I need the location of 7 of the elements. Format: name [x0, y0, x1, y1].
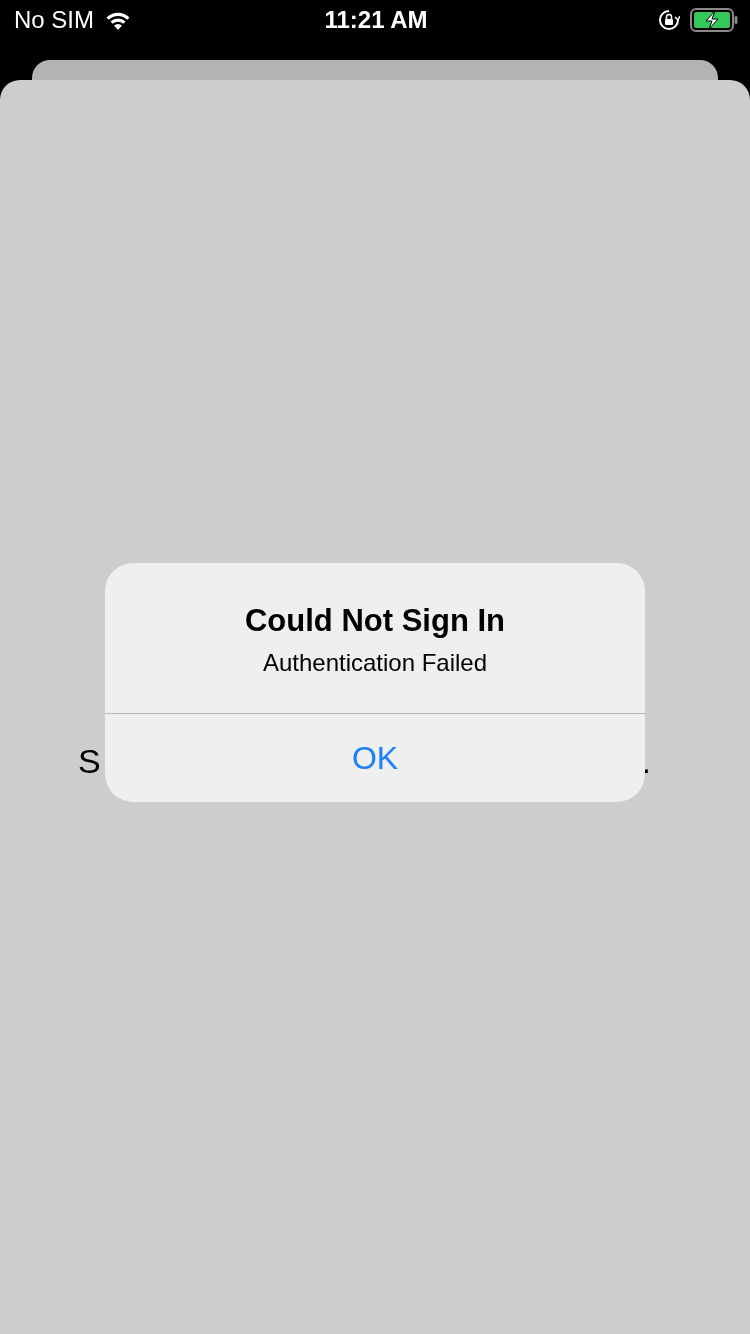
alert-message: Authentication Failed	[262, 649, 488, 677]
battery-charging-icon	[690, 8, 738, 32]
clock-time: 11:21 AM	[324, 6, 428, 34]
background-text: S	[78, 742, 101, 781]
carrier-label: No SIM	[14, 6, 94, 34]
alert-title: Could Not Sign In	[245, 603, 505, 639]
rotation-lock-icon	[658, 9, 680, 31]
